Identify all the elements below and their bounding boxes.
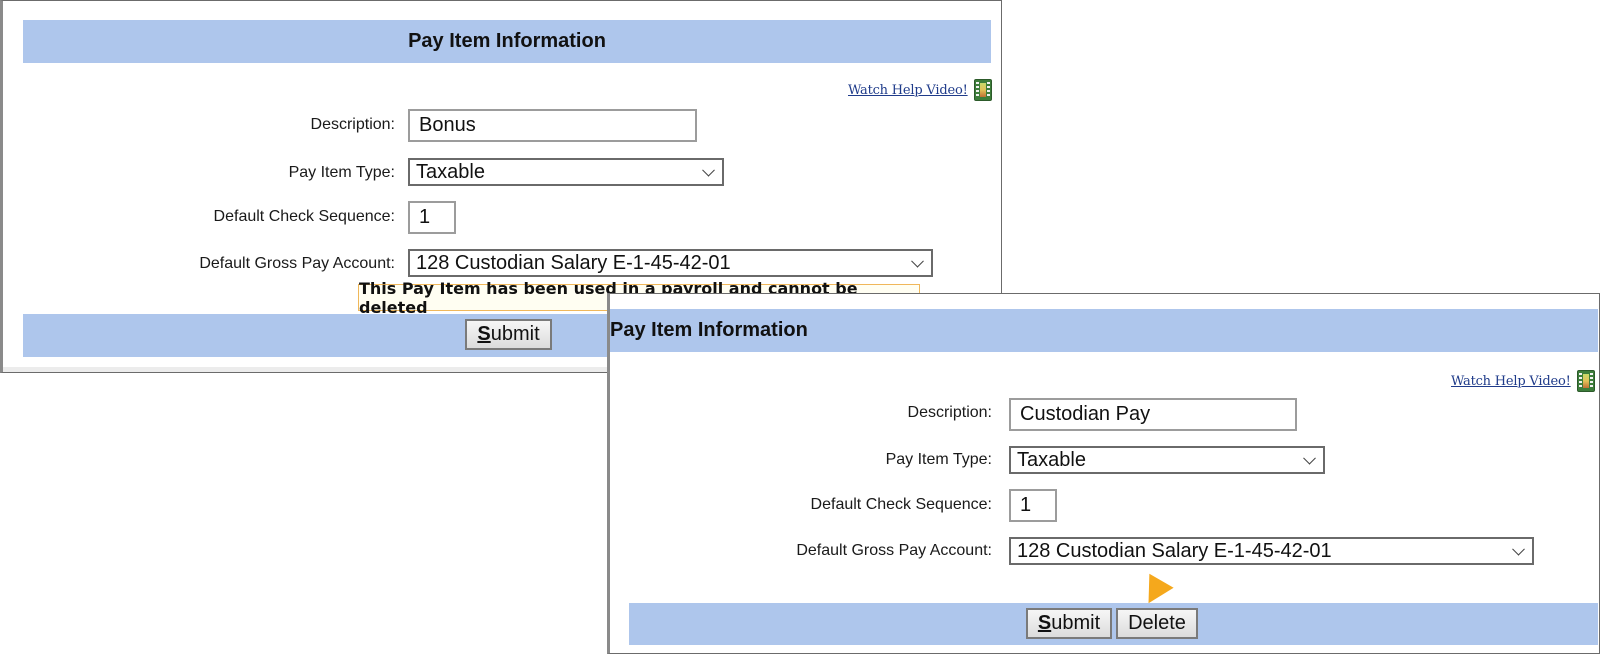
gross-pay-account-value: 128 Custodian Salary E-1-45-42-01 — [1017, 539, 1332, 562]
submit-label: ubmit — [1051, 612, 1101, 634]
pay-item-type-label: Pay Item Type: — [885, 451, 992, 468]
pay-item-type-value: Taxable — [1017, 448, 1086, 471]
check-sequence-label: Default Check Sequence: — [810, 496, 992, 513]
description-label: Description: — [907, 404, 992, 421]
chevron-down-icon — [1303, 451, 1316, 465]
check-sequence-value: 1 — [1020, 494, 1032, 516]
help-video-link[interactable]: Watch Help Video! — [848, 79, 992, 101]
panel-header: Pay Item Information — [610, 309, 1598, 352]
chevron-down-icon — [911, 254, 924, 268]
gross-pay-account-select[interactable]: 128 Custodian Salary E-1-45-42-01 — [408, 249, 933, 277]
check-sequence-value: 1 — [419, 206, 431, 228]
check-sequence-input[interactable]: 1 — [1009, 489, 1057, 522]
check-sequence-input[interactable]: 1 — [408, 201, 456, 234]
film-icon[interactable] — [973, 79, 992, 101]
submit-hotkey: S — [477, 323, 491, 345]
gross-pay-account-label: Default Gross Pay Account: — [796, 542, 992, 559]
chevron-down-icon — [1512, 542, 1525, 556]
pay-item-type-select[interactable]: Taxable — [408, 158, 724, 186]
panel-header: Pay Item Information — [23, 20, 991, 63]
film-icon[interactable] — [1576, 370, 1595, 392]
check-sequence-label: Default Check Sequence: — [213, 208, 395, 225]
gross-pay-account-value: 128 Custodian Salary E-1-45-42-01 — [416, 251, 731, 274]
description-value: Custodian Pay — [1020, 403, 1151, 425]
description-value: Bonus — [419, 114, 476, 136]
submit-label: ubmit — [490, 323, 540, 345]
delete-label: Delete — [1128, 612, 1186, 634]
help-video-link[interactable]: Watch Help Video! — [1451, 370, 1595, 392]
pay-item-type-select[interactable]: Taxable — [1009, 446, 1325, 474]
gross-pay-account-select[interactable]: 128 Custodian Salary E-1-45-42-01 — [1009, 537, 1534, 565]
panel-footer — [629, 603, 1598, 645]
submit-button[interactable]: Submit — [1026, 608, 1112, 639]
chevron-down-icon — [702, 163, 715, 177]
panel-title: Pay Item Information — [610, 319, 808, 341]
pay-item-panel-custodian: Pay Item Information Watch Help Video! D… — [607, 293, 1600, 654]
pay-item-type-label: Pay Item Type: — [288, 164, 395, 181]
description-input[interactable]: Custodian Pay — [1009, 398, 1297, 431]
pay-item-type-value: Taxable — [416, 160, 485, 183]
description-label: Description: — [310, 116, 395, 133]
submit-button[interactable]: Submit — [465, 319, 552, 350]
gross-pay-account-label: Default Gross Pay Account: — [199, 255, 395, 272]
help-video-text[interactable]: Watch Help Video! — [1451, 374, 1571, 389]
help-video-text[interactable]: Watch Help Video! — [848, 83, 968, 98]
delete-button[interactable]: Delete — [1116, 608, 1198, 639]
panel-title: Pay Item Information — [408, 30, 606, 52]
submit-hotkey: S — [1037, 612, 1052, 634]
description-input[interactable]: Bonus — [408, 109, 697, 142]
